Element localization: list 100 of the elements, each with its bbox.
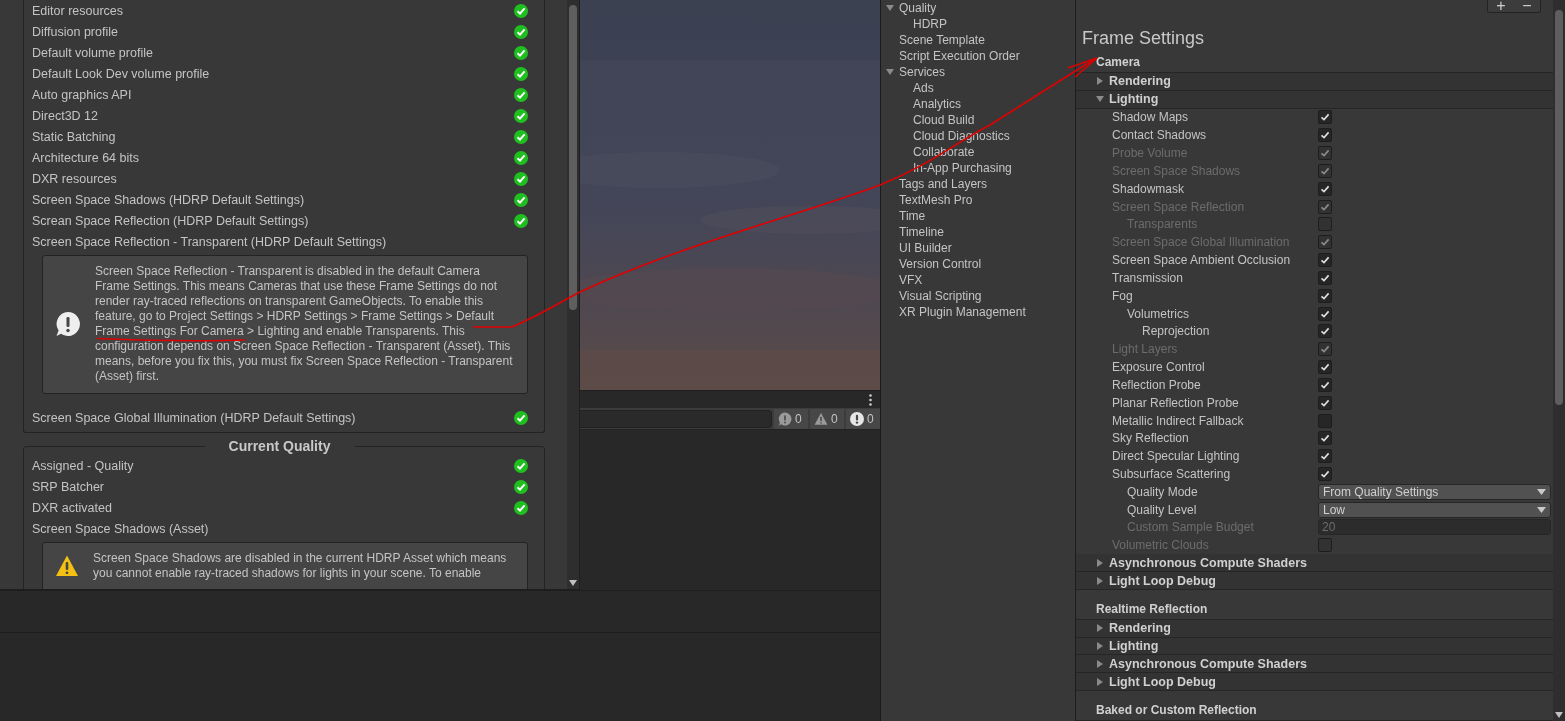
checkmark-icon: [1320, 272, 1330, 283]
checkbox[interactable]: [1318, 181, 1332, 196]
check-circle-icon: [514, 410, 528, 425]
setting-label: Reprojection: [1141, 324, 1211, 339]
check-circle-icon: [514, 24, 528, 39]
settings-nav-item[interactable]: TextMesh Pro: [899, 193, 973, 207]
settings-nav-item[interactable]: Analytics: [913, 97, 962, 111]
checkmark-icon: [1320, 255, 1330, 266]
collapsed-triangle-icon[interactable]: [1095, 557, 1105, 568]
scroll-down-icon[interactable]: [569, 580, 577, 586]
foldout-header[interactable]: Asynchronous Compute Shaders: [1076, 655, 1553, 674]
dropdown[interactable]: From Quality Settings: [1318, 483, 1551, 500]
settings-nav-item[interactable]: XR Plugin Management: [899, 305, 1026, 319]
warning-icon: [55, 554, 79, 578]
log-count-toggle[interactable]: 0: [810, 408, 844, 429]
check-label: Screen Space Reflection - Transparent (HDRP Default Settings): [32, 234, 387, 249]
settings-nav-item[interactable]: Script Execution Order: [899, 49, 1020, 63]
checkbox[interactable]: [1318, 395, 1332, 410]
setting-label: Quality Mode: [1126, 484, 1199, 499]
collapsed-triangle-icon[interactable]: [1095, 676, 1105, 687]
collapsed-triangle-icon[interactable]: [1095, 658, 1105, 669]
search-field[interactable]: [580, 409, 772, 428]
foldout-header[interactable]: Light Loop Debug: [1076, 572, 1553, 590]
check-circle-icon: [514, 500, 528, 515]
foldout-header[interactable]: Asynchronous Compute Shaders: [1076, 554, 1553, 573]
settings-nav-item[interactable]: HDRP: [913, 17, 947, 31]
settings-nav-item[interactable]: VFX: [899, 273, 923, 287]
checkbox[interactable]: [1318, 467, 1332, 481]
expanded-triangle-icon[interactable]: [885, 67, 895, 77]
setting-label: Exposure Control: [1111, 360, 1206, 375]
check-circle-icon: [514, 192, 528, 207]
settings-nav-item[interactable]: Timeline: [899, 225, 944, 239]
foldout-header[interactable]: Light Loop Debug: [1076, 673, 1553, 692]
settings-nav-item[interactable]: Tags and Layers: [899, 177, 988, 191]
setting-label: Metallic Indirect Fallback: [1111, 413, 1245, 428]
dropdown[interactable]: Low: [1318, 501, 1551, 518]
checkbox[interactable]: [1318, 110, 1332, 125]
check-label: Screan Space Reflection (HDRP Default Settings): [32, 213, 309, 228]
setting-label: Reflection Probe: [1111, 377, 1202, 392]
checkbox[interactable]: [1318, 360, 1332, 375]
checkmark-icon: [1320, 112, 1330, 123]
checkbox[interactable]: [1318, 324, 1332, 339]
checkmark-icon: [1320, 379, 1330, 390]
check-label: Screen Space Shadows (HDRP Default Settings): [32, 192, 305, 207]
help-message: Screen Space Shadows are disabled in the current HDRP Asset which means you cannot enable ray-traced shadows for lights in your scene. To enable: [93, 551, 508, 581]
settings-nav-item[interactable]: Time: [899, 209, 926, 223]
collapsed-triangle-icon[interactable]: [1095, 76, 1105, 87]
checkbox[interactable]: [1318, 449, 1332, 464]
group-heading: Realtime Reflection: [1076, 597, 1553, 620]
settings-nav-item[interactable]: Version Control: [899, 257, 982, 271]
scroll-down-icon[interactable]: [1555, 712, 1563, 718]
collapsed-triangle-icon[interactable]: [1095, 623, 1105, 634]
settings-nav-item[interactable]: UI Builder: [899, 241, 952, 255]
help-message: Screen Space Reflection - Transparent is disabled in the default Camera Frame Settings. This means Cameras that use these Frame Settings do not render ray-traced reflections on transparent GameObjects. To enable this feature, go to Project Settings > HDRP Settings > Frame Settings > Default Frame Settings For Camera > Lighting and enable Transparents. This configuration depends on Screen Space Reflection - Transparent (Asset). This means, before you fix this, you must fix Screen Space Reflection - Transparent (Asset) first.: [95, 264, 513, 384]
checkbox[interactable]: [1318, 128, 1332, 143]
checkbox[interactable]: [1318, 431, 1332, 446]
checkbox[interactable]: [1318, 288, 1332, 303]
checkmark-icon: [1320, 344, 1330, 355]
setting-label: Transmission: [1111, 270, 1184, 285]
group-title: Current Quality: [204, 438, 355, 455]
exclamation-bubble-icon: [55, 311, 81, 337]
checkmark-icon: [1320, 130, 1330, 141]
settings-nav-item[interactable]: Ads: [913, 81, 934, 95]
checkmark-icon: [1320, 183, 1330, 194]
remove-button[interactable]: −: [1514, 0, 1540, 12]
check-circle-icon: [514, 129, 528, 144]
setting-label: Subsurface Scattering: [1111, 467, 1232, 481]
settings-nav-item[interactable]: Services: [899, 65, 945, 79]
checkmark-icon: [1320, 148, 1330, 159]
checkbox[interactable]: [1318, 306, 1332, 321]
checkbox[interactable]: [1318, 377, 1332, 392]
settings-nav-item[interactable]: Quality: [899, 1, 937, 15]
setting-label: Volumetrics: [1126, 306, 1191, 321]
settings-nav-item[interactable]: In-App Purchasing: [913, 161, 1012, 175]
log-count-toggle[interactable]: 0: [774, 408, 808, 429]
settings-nav-item[interactable]: Visual Scripting: [899, 289, 982, 303]
setting-label: Screen Space Ambient Occlusion: [1111, 253, 1292, 268]
error-icon: [850, 411, 864, 426]
checkbox[interactable]: [1318, 413, 1332, 428]
setting-label: Direct Specular Lighting: [1111, 449, 1241, 464]
expanded-triangle-icon[interactable]: [885, 3, 895, 13]
check-circle-icon: [514, 479, 528, 494]
scrollbar[interactable]: [1553, 0, 1565, 721]
check-label: Default volume profile: [32, 45, 153, 60]
panel-title: Frame Settings: [1081, 27, 1206, 50]
settings-nav-item[interactable]: Scene Template: [899, 33, 985, 47]
check-label: Diffusion profile: [32, 24, 118, 39]
settings-nav-item[interactable]: Cloud Build: [913, 113, 975, 127]
checkmark-icon: [1320, 326, 1330, 337]
log-count-toggle[interactable]: 0: [846, 408, 880, 429]
check-circle-icon: [514, 87, 528, 102]
check-label: Screen Space Global Illumination (HDRP Default Settings): [32, 410, 356, 425]
scrollbar[interactable]: [567, 0, 579, 589]
checkbox[interactable]: [1318, 270, 1332, 285]
add-button[interactable]: +: [1488, 0, 1514, 12]
collapsed-triangle-icon[interactable]: [1095, 575, 1105, 586]
check-label: Static Batching: [32, 129, 116, 144]
checkbox[interactable]: [1318, 253, 1332, 268]
more-options-icon[interactable]: [869, 393, 872, 406]
collapsed-triangle-icon[interactable]: [1095, 641, 1105, 652]
